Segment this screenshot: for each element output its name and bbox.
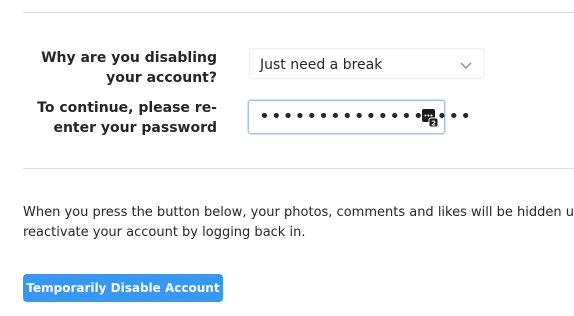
password-label: To continue, please re- enter your passw… xyxy=(17,98,217,138)
password-label-line1: To continue, please re- xyxy=(37,100,217,116)
top-divider xyxy=(23,12,574,13)
svg-text:2: 2 xyxy=(431,120,436,128)
password-manager-icon[interactable]: 2 xyxy=(421,108,439,128)
reason-select[interactable]: Just need a break xyxy=(249,48,484,79)
reason-select-value: Just need a break xyxy=(260,57,383,73)
temporarily-disable-account-button[interactable]: Temporarily Disable Account xyxy=(23,274,223,302)
reason-label-line2: your account? xyxy=(106,70,217,86)
section-divider xyxy=(23,168,574,169)
password-masked-value: •••••••••••••••••• xyxy=(259,106,473,127)
reason-label: Why are you disabling your account? xyxy=(17,48,217,88)
disable-notice: When you press the button below, your ph… xyxy=(23,203,574,243)
disable-account-page: Why are you disabling your account? Just… xyxy=(0,0,574,316)
notice-line2: reactivate your account by logging back … xyxy=(23,225,306,240)
notice-line1: When you press the button below, your ph… xyxy=(23,205,574,220)
reason-label-line1: Why are you disabling xyxy=(41,50,217,66)
password-label-line2: enter your password xyxy=(53,120,217,136)
password-input[interactable]: •••••••••••••••••• 2 xyxy=(248,100,471,134)
chevron-down-icon xyxy=(459,57,473,71)
